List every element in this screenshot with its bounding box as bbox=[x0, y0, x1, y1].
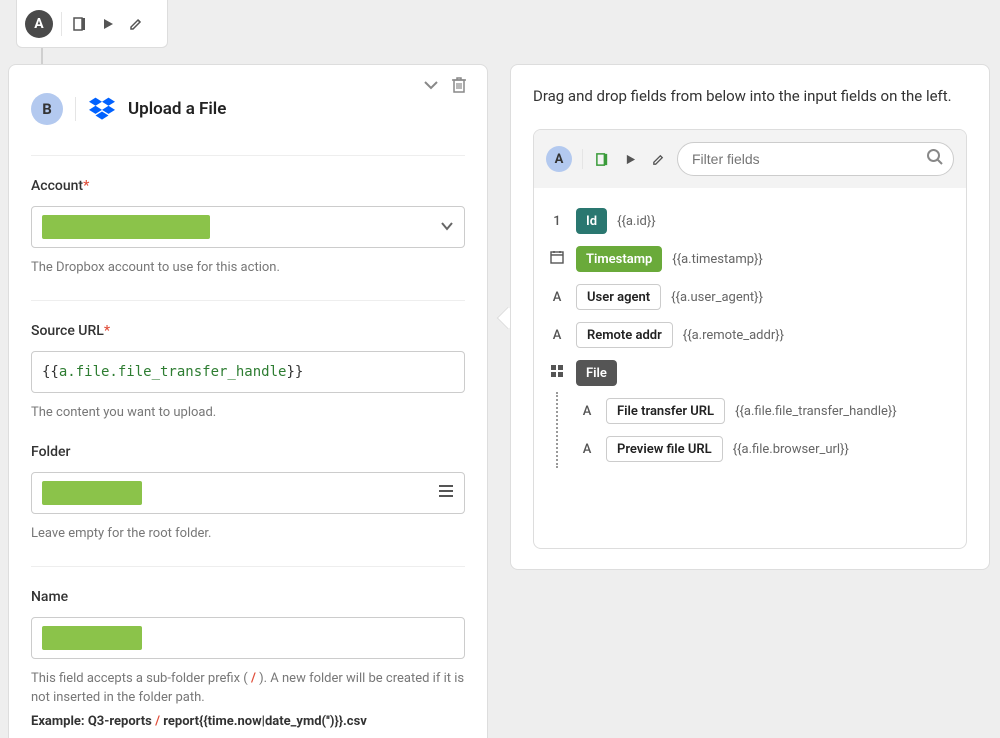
menu-icon[interactable] bbox=[438, 484, 454, 502]
field-token: {{a.remote_addr}} bbox=[683, 328, 784, 343]
source-url-token: {{a.file.file_transfer_handle}} bbox=[42, 364, 303, 380]
search-icon bbox=[926, 148, 944, 170]
field-row-file-preview[interactable]: A Preview file URL {{a.file.browser_url}… bbox=[578, 430, 952, 468]
field-token: {{a.user_agent}} bbox=[671, 290, 763, 305]
source-url-input[interactable]: {{a.file.file_transfer_handle}} bbox=[31, 351, 465, 393]
source-url-help: The content you want to upload. bbox=[31, 403, 465, 423]
edit-icon[interactable] bbox=[649, 150, 667, 168]
account-help: The Dropbox account to use for this acti… bbox=[31, 258, 465, 278]
step-a-toolbar: A bbox=[16, 0, 168, 48]
field-row-file-transfer[interactable]: A File transfer URL {{a.file.file_transf… bbox=[578, 392, 952, 430]
field-row-timestamp[interactable]: Timestamp {{a.timestamp}} bbox=[548, 240, 952, 278]
field-token: {{a.timestamp}} bbox=[672, 252, 763, 267]
action-config-card: B Upload a File Account* The Dropbox acc… bbox=[8, 64, 488, 738]
separator bbox=[582, 149, 583, 169]
field-row-remote-addr[interactable]: A Remote addr {{a.remote_addr}} bbox=[548, 316, 952, 354]
field-pill-remote-addr[interactable]: Remote addr bbox=[576, 322, 673, 348]
field-token: {{a.file.file_transfer_handle}} bbox=[735, 404, 897, 419]
dropbox-icon bbox=[88, 95, 116, 123]
name-example: Example: Q3-reports / report{{time.now|d… bbox=[31, 714, 465, 729]
type-string-icon: A bbox=[548, 290, 566, 305]
fields-panel: A bbox=[533, 129, 967, 549]
source-url-label: Source URL* bbox=[31, 323, 465, 339]
folder-input[interactable] bbox=[31, 472, 465, 514]
play-icon[interactable] bbox=[98, 14, 118, 34]
form-icon[interactable] bbox=[593, 150, 611, 168]
field-token: {{a.id}} bbox=[617, 214, 656, 229]
folder-label: Folder bbox=[31, 444, 465, 460]
fields-intro: Drag and drop fields from below into the… bbox=[533, 87, 967, 105]
divider bbox=[31, 300, 465, 301]
form-icon[interactable] bbox=[70, 14, 90, 34]
name-help: This field accepts a sub-folder prefix (… bbox=[31, 669, 465, 708]
fields-panel-header: A bbox=[534, 130, 966, 188]
edit-icon[interactable] bbox=[126, 14, 146, 34]
trash-icon[interactable] bbox=[449, 75, 469, 95]
divider bbox=[31, 566, 465, 567]
field-token: {{a.file.browser_url}} bbox=[733, 442, 849, 457]
step-a-badge-small[interactable]: A bbox=[546, 146, 572, 172]
account-select[interactable] bbox=[31, 206, 465, 248]
separator bbox=[75, 97, 76, 121]
chevron-down-icon bbox=[440, 219, 454, 235]
field-row-user-agent[interactable]: A User agent {{a.user_agent}} bbox=[548, 278, 952, 316]
play-icon[interactable] bbox=[621, 150, 639, 168]
action-title: Upload a File bbox=[128, 99, 226, 119]
field-row-id[interactable]: 1 Id {{a.id}} bbox=[548, 202, 952, 240]
grid-icon bbox=[548, 364, 566, 382]
calendar-icon bbox=[548, 249, 566, 269]
file-children: A File transfer URL {{a.file.file_transf… bbox=[556, 392, 952, 468]
filter-fields-input[interactable] bbox=[677, 142, 954, 176]
step-b-badge: B bbox=[31, 93, 63, 125]
field-pill-timestamp[interactable]: Timestamp bbox=[576, 246, 662, 272]
name-label: Name bbox=[31, 589, 465, 605]
folder-help: Leave empty for the root folder. bbox=[31, 524, 465, 544]
account-label: Account* bbox=[31, 178, 465, 194]
field-pill-user-agent[interactable]: User agent bbox=[576, 284, 661, 310]
step-a-badge[interactable]: A bbox=[25, 10, 53, 38]
field-pill-id[interactable]: Id bbox=[576, 208, 607, 234]
chevron-down-icon[interactable] bbox=[421, 75, 441, 95]
field-pill-file-preview[interactable]: Preview file URL bbox=[606, 436, 723, 462]
type-string-icon: A bbox=[578, 404, 596, 419]
type-number-icon: 1 bbox=[548, 214, 566, 229]
fields-list: 1 Id {{a.id}} Timestamp {{a.timestamp}} … bbox=[534, 188, 966, 482]
divider bbox=[31, 155, 465, 156]
type-string-icon: A bbox=[578, 442, 596, 457]
name-input[interactable] bbox=[31, 617, 465, 659]
type-string-icon: A bbox=[548, 328, 566, 343]
field-pill-file[interactable]: File bbox=[576, 360, 617, 386]
field-pill-file-transfer[interactable]: File transfer URL bbox=[606, 398, 725, 424]
field-row-file[interactable]: File bbox=[548, 354, 952, 392]
folder-value-redacted bbox=[42, 481, 142, 505]
fields-picker-card: Drag and drop fields from below into the… bbox=[510, 64, 990, 570]
name-value-redacted bbox=[42, 626, 142, 650]
separator bbox=[61, 12, 62, 36]
account-value-redacted bbox=[42, 215, 210, 239]
